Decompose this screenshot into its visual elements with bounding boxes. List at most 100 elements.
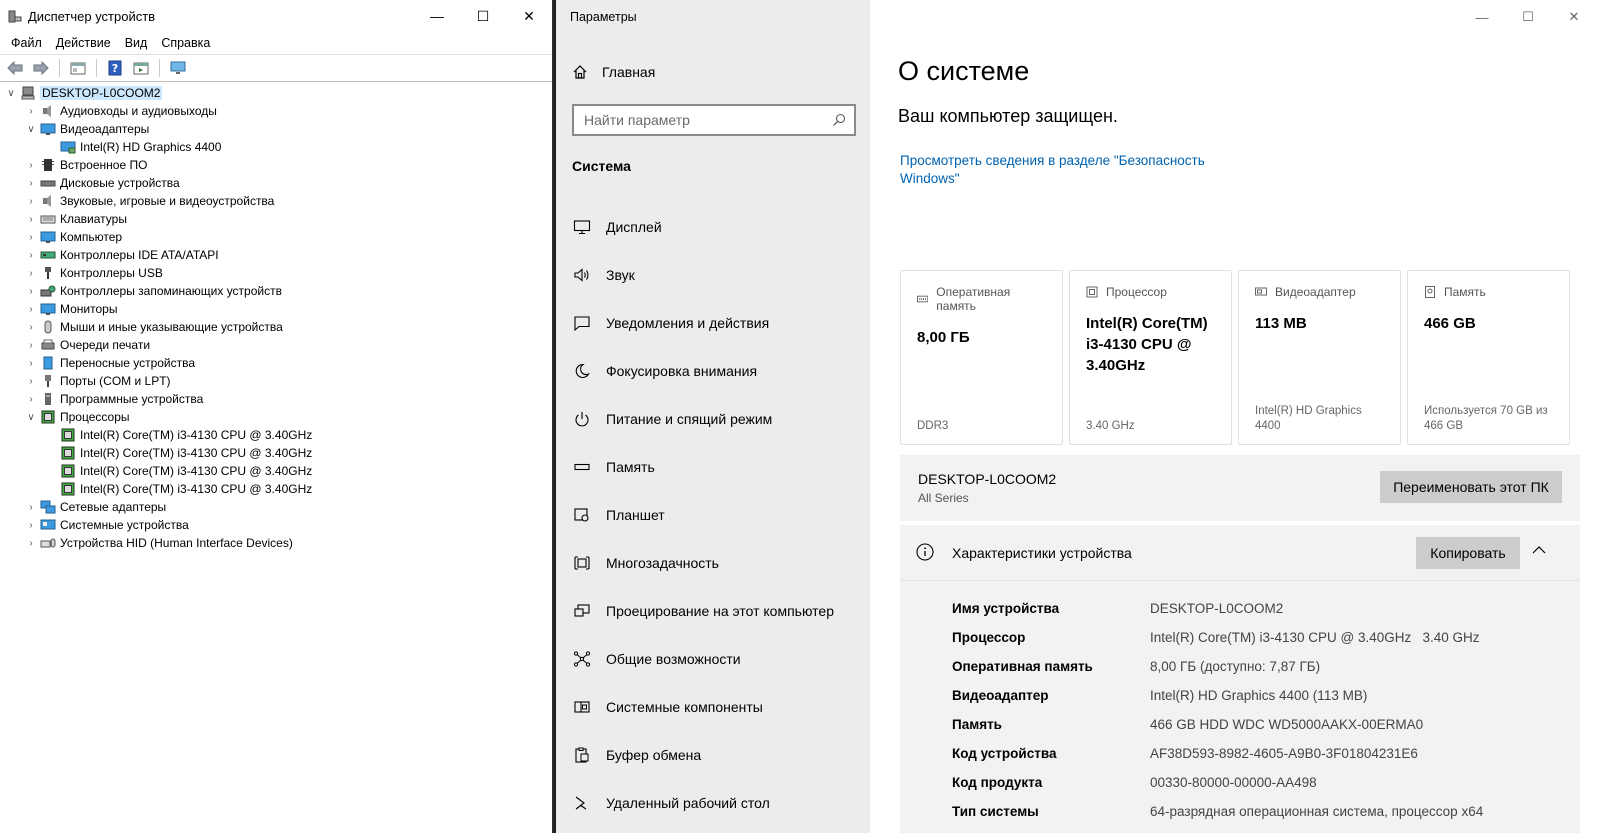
properties-button[interactable] — [67, 58, 89, 78]
tree-node[interactable]: › Встроенное ПО — [0, 156, 552, 174]
tree-child-label: Intel(R) Core(TM) i3-4130 CPU @ 3.40GHz — [80, 464, 313, 478]
nav-item-system-components[interactable]: Системные компоненты — [556, 683, 870, 731]
tree-node[interactable]: › Сетевые адаптеры — [0, 498, 552, 516]
rename-pc-button[interactable]: Переименовать этот ПК — [1380, 471, 1562, 503]
minimize-button[interactable]: — — [1459, 0, 1505, 34]
tree-node[interactable]: › Дисковые устройства — [0, 174, 552, 192]
tree-node[interactable]: › Очереди печати — [0, 336, 552, 354]
expand-icon[interactable]: › — [24, 212, 38, 226]
menu-help[interactable]: Справка — [154, 36, 217, 50]
nav-item-notifications[interactable]: Уведомления и действия — [556, 299, 870, 347]
tree-root[interactable]: ∨ DESKTOP-L0COOM2 — [0, 84, 552, 102]
storage-icon — [572, 457, 592, 477]
search-input[interactable]: Найти параметр — [572, 104, 856, 136]
tree-node[interactable]: › Контроллеры USB — [0, 264, 552, 282]
tree-node[interactable]: › Звуковые, игровые и видеоустройства — [0, 192, 552, 210]
spec-value: 64-разрядная операционная система, проце… — [1150, 804, 1484, 819]
expand-icon[interactable]: › — [24, 158, 38, 172]
printer-icon — [40, 338, 56, 352]
menu-bar: Файл Действие Вид Справка — [0, 32, 552, 54]
copy-button[interactable]: Копировать — [1416, 537, 1520, 569]
nav-item-sound[interactable]: Звук — [556, 251, 870, 299]
menu-view[interactable]: Вид — [118, 36, 155, 50]
expand-icon[interactable]: › — [24, 338, 38, 352]
tree-child[interactable]: Intel(R) Core(TM) i3-4130 CPU @ 3.40GHz — [0, 480, 552, 498]
tree-child[interactable]: Intel(R) Core(TM) i3-4130 CPU @ 3.40GHz — [0, 462, 552, 480]
spec-table: Имя устройства DESKTOP-L0COOM2 Процессор I… — [952, 601, 1483, 833]
nav-item-display[interactable]: Дисплей — [556, 203, 870, 251]
close-button[interactable]: ✕ — [1551, 0, 1597, 34]
tree-child[interactable]: Intel(R) Core(TM) i3-4130 CPU @ 3.40GHz — [0, 444, 552, 462]
device-specs-header[interactable]: Характеристики устройства Копировать — [900, 525, 1580, 581]
collapse-icon[interactable]: ∨ — [4, 86, 18, 100]
collapse-icon[interactable]: ∨ — [24, 410, 38, 424]
expand-icon[interactable]: › — [24, 356, 38, 370]
home-icon — [573, 65, 587, 79]
nav-item-remote-desktop[interactable]: Удаленный рабочий стол — [556, 779, 870, 827]
device-manager-titlebar: Диспетчер устройств — ☐ ✕ — [0, 0, 552, 32]
expand-icon[interactable]: › — [24, 536, 38, 550]
tree-node[interactable]: › Контроллеры IDE ATA/ATAPI — [0, 246, 552, 264]
nav-item-projecting[interactable]: Проецирование на этот компьютер — [556, 587, 870, 635]
tree-node[interactable]: › Порты (COM и LPT) — [0, 372, 552, 390]
nav-item-power[interactable]: Питание и спящий режим — [556, 395, 870, 443]
card-title: Процессор — [1106, 285, 1167, 299]
expand-icon[interactable]: › — [24, 392, 38, 406]
expand-icon[interactable]: › — [24, 176, 38, 190]
expand-icon[interactable]: › — [24, 266, 38, 280]
nav-home[interactable]: Главная — [572, 64, 655, 80]
expand-icon[interactable]: › — [24, 284, 38, 298]
tree-node[interactable]: ∨ Видеоадаптеры — [0, 120, 552, 138]
tree-node[interactable]: › Клавиатуры — [0, 210, 552, 228]
tree-child[interactable]: Intel(R) Core(TM) i3-4130 CPU @ 3.40GHz — [0, 426, 552, 444]
power-icon — [572, 409, 592, 429]
scan-hardware-button[interactable] — [167, 58, 189, 78]
help-button[interactable]: ? — [104, 58, 126, 78]
page-title: О системе — [898, 56, 1030, 86]
expand-icon[interactable]: › — [24, 500, 38, 514]
expand-icon[interactable]: › — [24, 104, 38, 118]
tree-node[interactable]: › Компьютер — [0, 228, 552, 246]
forward-button[interactable] — [30, 58, 52, 78]
menu-file[interactable]: Файл — [4, 36, 49, 50]
back-button[interactable] — [4, 58, 26, 78]
view-button[interactable] — [130, 58, 152, 78]
security-link[interactable]: Просмотреть сведения в разделе "Безопасн… — [900, 152, 1230, 188]
chevron-up-icon[interactable] — [1532, 545, 1546, 555]
nav-item-focus[interactable]: Фокусировка внимания — [556, 347, 870, 395]
tree-node[interactable]: › Программные устройства — [0, 390, 552, 408]
tree-node[interactable]: › Устройства HID (Human Interface Devices… — [0, 534, 552, 552]
menu-action[interactable]: Действие — [49, 36, 118, 50]
expand-icon[interactable]: › — [24, 320, 38, 334]
expand-icon[interactable]: › — [24, 230, 38, 244]
maximize-button[interactable]: ☐ — [460, 0, 506, 32]
expand-icon[interactable]: › — [24, 194, 38, 208]
tree-node[interactable]: › Системные устройства — [0, 516, 552, 534]
nav-item-tablet[interactable]: Планшет — [556, 491, 870, 539]
collapse-icon[interactable]: ∨ — [24, 122, 38, 136]
tree-node[interactable]: › Переносные устройства — [0, 354, 552, 372]
spec-value: 8,00 ГБ (доступно: 7,87 ГБ) — [1150, 659, 1321, 674]
minimize-button[interactable]: — — [414, 0, 460, 32]
expand-icon[interactable]: › — [24, 248, 38, 262]
nav-item-multitasking[interactable]: Многозадачность — [556, 539, 870, 587]
expand-icon[interactable]: › — [24, 518, 38, 532]
nav-item-shared[interactable]: Общие возможности — [556, 635, 870, 683]
tree-node[interactable]: › Аудиовходы и аудиовыходы — [0, 102, 552, 120]
expand-icon[interactable]: › — [24, 374, 38, 388]
speaker-icon — [40, 194, 56, 208]
sound-icon — [572, 265, 592, 285]
close-button[interactable]: ✕ — [506, 0, 552, 32]
spec-value: AF38D593-8982-4605-A9B0-3F01804231E6 — [1150, 746, 1418, 761]
tree-node[interactable]: › Мониторы — [0, 300, 552, 318]
tree-node[interactable]: ∨ Процессоры — [0, 408, 552, 426]
maximize-button[interactable]: ☐ — [1505, 0, 1551, 34]
tree-node[interactable]: › Контроллеры запоминающих устройств — [0, 282, 552, 300]
device-manager-app-icon — [8, 9, 22, 23]
tree-child[interactable]: Intel(R) HD Graphics 4400 — [0, 138, 552, 156]
tree-node-label: Переносные устройства — [60, 356, 196, 370]
nav-item-storage[interactable]: Память — [556, 443, 870, 491]
expand-icon[interactable]: › — [24, 302, 38, 316]
nav-item-clipboard[interactable]: Буфер обмена — [556, 731, 870, 779]
tree-node[interactable]: › Мыши и иные указывающие устройства — [0, 318, 552, 336]
